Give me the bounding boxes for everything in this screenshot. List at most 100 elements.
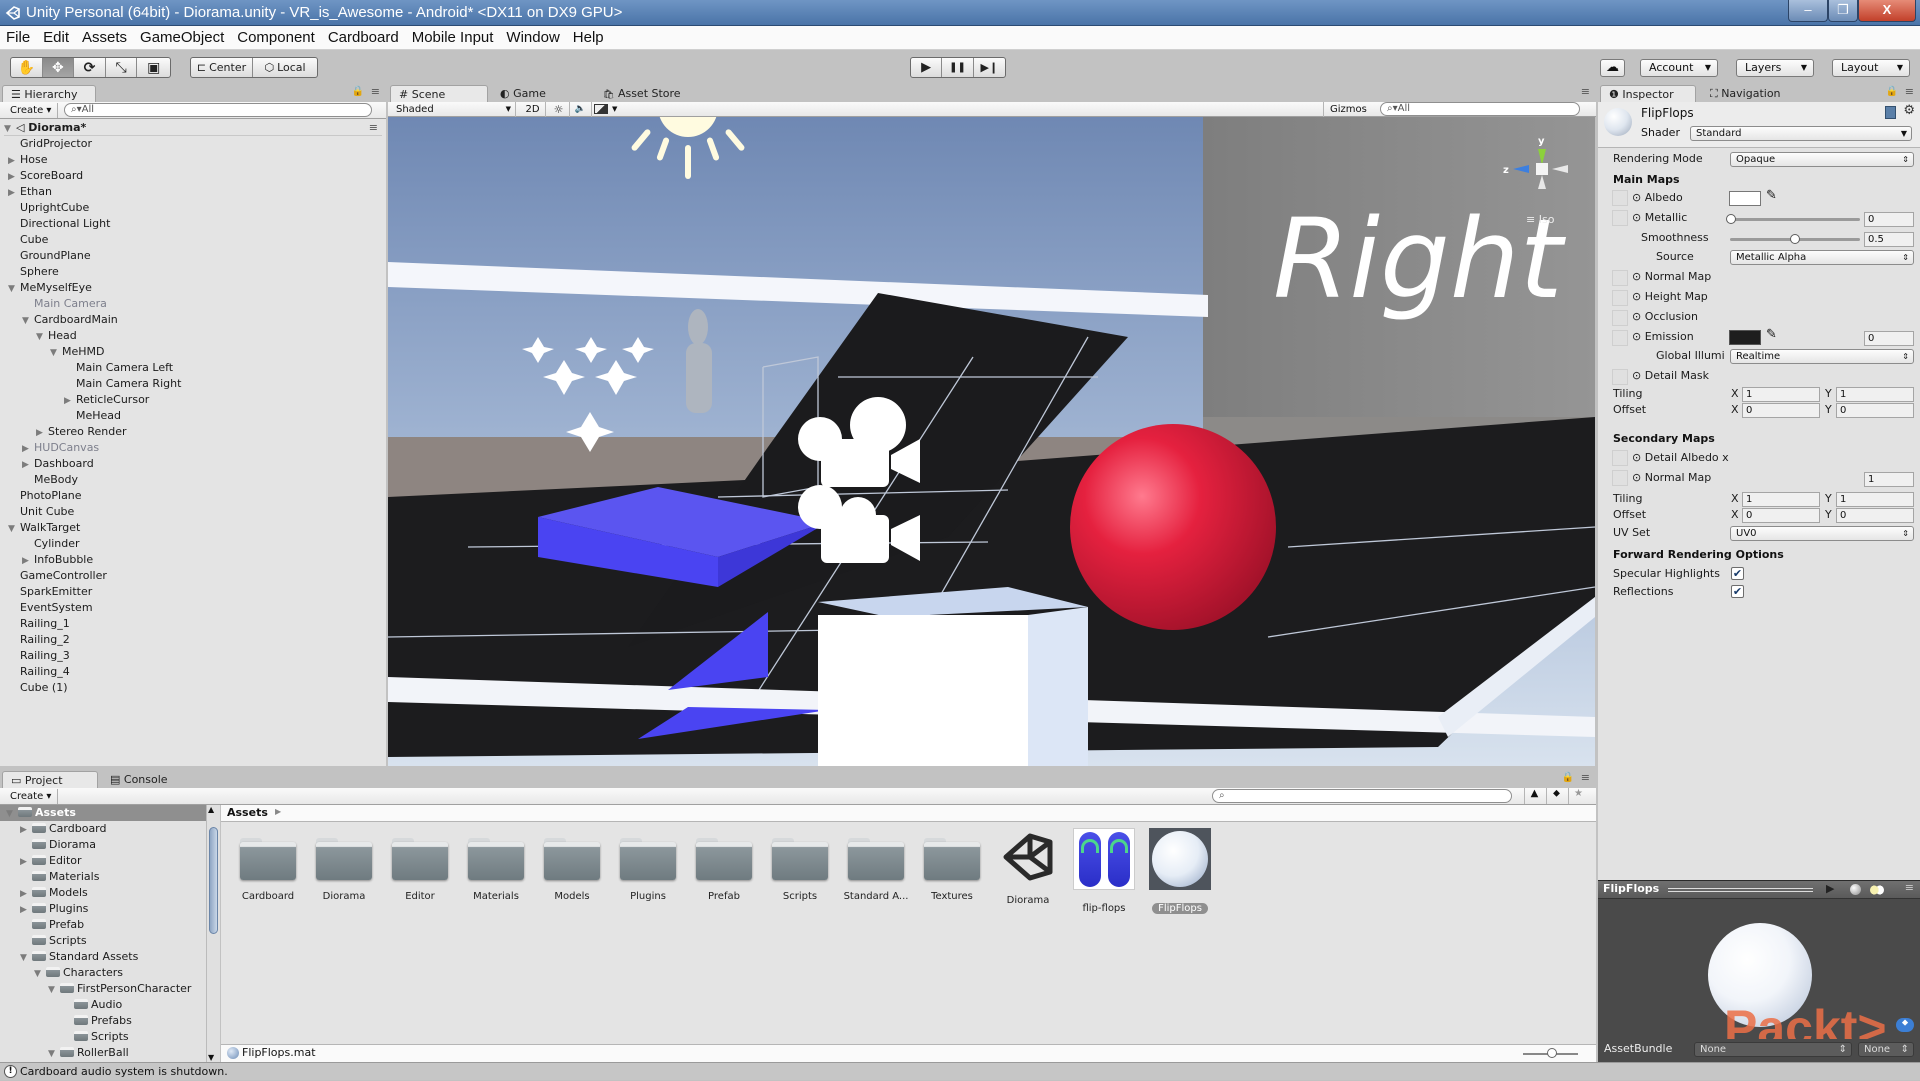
eyedropper-icon[interactable]: ✎ [1766, 188, 1777, 203]
project-folder-item[interactable]: Scripts [0, 933, 206, 949]
expand-arrow-icon[interactable]: ▶ [20, 902, 32, 918]
asset-item-folder[interactable]: Prefab [686, 838, 762, 902]
project-folder-item[interactable]: ▶ Models [0, 885, 206, 901]
preview-light-toggle-icon[interactable] [1870, 885, 1884, 895]
project-create-button[interactable]: Create ▾ [4, 789, 59, 804]
expand-arrow-icon[interactable]: ▶ [64, 393, 76, 409]
height-map-slot[interactable] [1612, 290, 1628, 306]
cloud-button[interactable]: ☁ [1600, 59, 1625, 77]
menu-edit[interactable]: Edit [43, 26, 69, 49]
expand-arrow-icon[interactable]: ▼ [6, 806, 18, 822]
hierarchy-item[interactable]: ▶ InfoBubble [22, 552, 93, 568]
lock-icon[interactable]: 🔒 [1562, 772, 1574, 783]
hierarchy-item[interactable]: ▼ MeMyselfEye [8, 280, 92, 296]
favorite-star-icon[interactable]: ★ [1568, 788, 1588, 804]
project-folder-item[interactable]: ▶ Cardboard [0, 821, 206, 837]
asset-item-folder[interactable]: Materials [458, 838, 534, 902]
expand-arrow-icon[interactable]: ▼ [20, 950, 32, 966]
project-folder-item[interactable]: Materials [0, 869, 206, 885]
tab-asset-store[interactable]: 🛍 Asset Store [595, 85, 705, 102]
rect-tool-button[interactable]: ▣ [137, 58, 170, 77]
hierarchy-item[interactable]: Cylinder [34, 536, 80, 552]
play-button[interactable]: ▶ [911, 58, 943, 77]
asset-item-folder[interactable]: Plugins [610, 838, 686, 902]
hierarchy-item[interactable]: ▼ Head [36, 328, 77, 344]
hierarchy-item[interactable]: Main Camera Right [76, 376, 181, 392]
scroll-down-icon[interactable]: ▼ [208, 1053, 214, 1062]
hierarchy-item[interactable]: ▶ Stereo Render [36, 424, 127, 440]
account-dropdown[interactable]: Account ▼ [1640, 59, 1718, 77]
preview-play-button[interactable]: ▶ [1826, 882, 1834, 895]
project-folder-item[interactable]: ▼ Assets [0, 805, 206, 821]
expand-arrow-icon[interactable]: ▶ [22, 441, 34, 457]
offset-y-field[interactable]: 0 [1836, 403, 1914, 418]
menu-assets[interactable]: Assets [82, 26, 127, 49]
albedo-texture-slot[interactable] [1612, 190, 1628, 206]
expand-arrow-icon[interactable]: ▶ [8, 169, 20, 185]
tree-scrollbar[interactable]: ▲ ▼ [206, 805, 220, 1062]
gear-icon[interactable]: ⚙ [1903, 103, 1915, 118]
hierarchy-item[interactable]: Sphere [20, 264, 59, 280]
tiling-x-field[interactable]: 1 [1742, 387, 1820, 402]
project-folder-item[interactable]: Scripts [0, 1029, 206, 1045]
expand-arrow-icon[interactable]: ▼ [48, 982, 60, 998]
tab-hierarchy[interactable]: ☰ Hierarchy [2, 85, 96, 102]
hierarchy-create-button[interactable]: Create ▾ [4, 103, 59, 118]
asset-item-folder[interactable]: Diorama [306, 838, 382, 902]
pause-button[interactable]: ❚❚ [942, 58, 974, 77]
tiling-y-field[interactable]: 1 [1836, 387, 1914, 402]
expand-arrow-icon[interactable]: ▶ [20, 854, 32, 870]
asset-item-folder[interactable]: Cardboard [230, 838, 306, 902]
hierarchy-item[interactable]: MeBody [34, 472, 78, 488]
preview-drag-handle[interactable] [1668, 888, 1813, 892]
project-folder-item[interactable]: Prefab [0, 917, 206, 933]
hierarchy-item[interactable]: ▼ CardboardMain [22, 312, 118, 328]
project-folder-item[interactable]: Audio [0, 997, 206, 1013]
project-search-input[interactable]: ⌕ [1212, 789, 1512, 803]
menu-cardboard[interactable]: Cardboard [328, 26, 399, 49]
collapse-arrow-icon[interactable]: ▼ [8, 281, 20, 297]
hierarchy-item[interactable]: Cube [20, 232, 48, 248]
scene-root[interactable]: ▼ ◁ Diorama* ≡ [4, 120, 382, 136]
scrollbar-thumb[interactable] [209, 827, 218, 934]
effects-image-icon[interactable] [594, 104, 608, 114]
tab-scene[interactable]: # Scene [390, 85, 488, 102]
hierarchy-item[interactable]: Unit Cube [20, 504, 74, 520]
secondary-normal-slot[interactable] [1612, 470, 1628, 486]
scroll-up-icon[interactable]: ▲ [208, 805, 214, 814]
hierarchy-item[interactable]: Cube (1) [20, 680, 67, 696]
tab-navigation[interactable]: ⛶ Navigation [1702, 85, 1812, 102]
tag-icon[interactable]: ⬥ [1896, 1018, 1914, 1032]
move-tool-button[interactable]: ✥ [42, 58, 75, 77]
filter-by-type-icon[interactable]: ▲ [1524, 788, 1544, 804]
effects-dropdown-icon[interactable]: ▼ [612, 102, 622, 117]
detail-mask-slot[interactable] [1612, 369, 1628, 385]
2d-toggle[interactable]: 2D [520, 102, 546, 117]
hierarchy-item[interactable]: ▶ ReticleCursor [64, 392, 149, 408]
hierarchy-search-input[interactable]: ⌕▾All [64, 103, 372, 117]
minimize-button[interactable]: – [1788, 0, 1828, 22]
panel-menu-icon[interactable]: ≡ [1581, 771, 1590, 784]
menu-gameobject[interactable]: GameObject [140, 26, 224, 49]
hierarchy-item[interactable]: Railing_2 [20, 632, 70, 648]
rendering-mode-dropdown[interactable]: Opaque ⇕ [1730, 152, 1914, 167]
layout-dropdown[interactable]: Layout ▼ [1832, 59, 1910, 77]
scene-menu-icon[interactable]: ≡ [369, 120, 378, 136]
emission-color-swatch[interactable] [1729, 330, 1761, 345]
shader-dropdown[interactable]: Standard ▼ [1690, 126, 1912, 141]
secondary-tiling-y-field[interactable]: 1 [1836, 492, 1914, 507]
lock-icon[interactable]: 🔒 [1886, 86, 1898, 97]
hierarchy-item[interactable]: PhotoPlane [20, 488, 82, 504]
menu-window[interactable]: Window [506, 26, 559, 49]
menu-mobile-input[interactable]: Mobile Input [412, 26, 494, 49]
restore-button[interactable]: ❐ [1828, 0, 1858, 22]
secondary-offset-x-field[interactable]: 0 [1742, 508, 1820, 523]
hierarchy-item[interactable]: GameController [20, 568, 107, 584]
menu-component[interactable]: Component [237, 26, 315, 49]
hierarchy-item[interactable]: Main Camera [34, 296, 107, 312]
hierarchy-item[interactable]: SparkEmitter [20, 584, 92, 600]
collapse-arrow-icon[interactable]: ▼ [50, 345, 62, 361]
hierarchy-item[interactable]: ▶ Ethan [8, 184, 52, 200]
metallic-texture-slot[interactable] [1612, 210, 1628, 226]
reflections-checkbox[interactable]: ✔ [1731, 585, 1744, 598]
